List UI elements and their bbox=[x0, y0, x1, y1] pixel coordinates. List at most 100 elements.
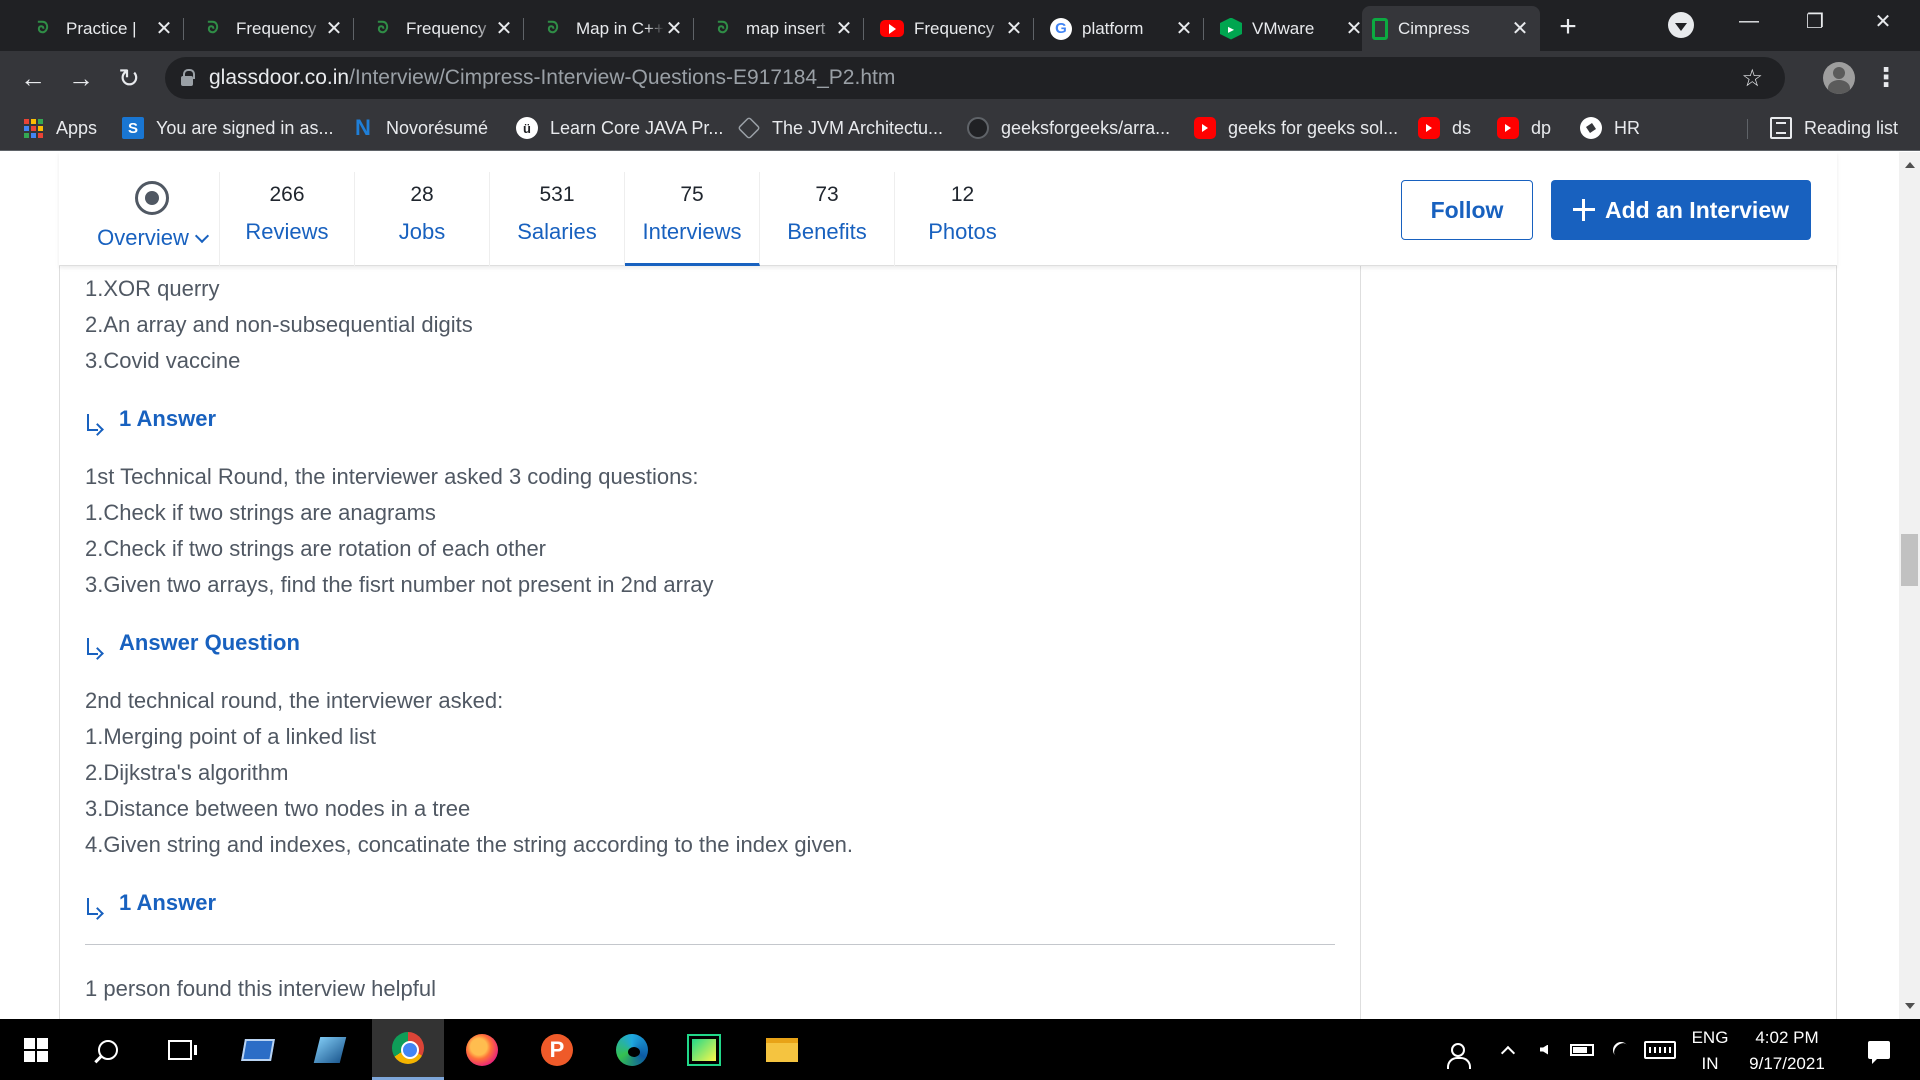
restore-button[interactable]: ❐ bbox=[1782, 0, 1848, 42]
nav-benefits[interactable]: 73 Benefits bbox=[760, 172, 895, 266]
new-tab-button[interactable]: + bbox=[1550, 9, 1586, 45]
nav-interviews[interactable]: 75 Interviews bbox=[625, 172, 760, 266]
url-host: glassdoor.co.in bbox=[209, 66, 350, 89]
tab-close-icon[interactable]: ✕ bbox=[1344, 18, 1364, 40]
bookmark-item[interactable]: dp bbox=[1497, 113, 1551, 143]
taskbar-app-file-explorer[interactable] bbox=[746, 1019, 818, 1080]
answers-link[interactable]: 1 Answer bbox=[85, 404, 216, 434]
taskbar-app-firefox[interactable] bbox=[446, 1019, 518, 1080]
taskbar-app-chrome[interactable] bbox=[372, 1019, 444, 1080]
bookmark-item[interactable]: ds bbox=[1418, 113, 1471, 143]
reply-arrow-icon bbox=[85, 414, 101, 434]
minimize-button[interactable]: — bbox=[1716, 0, 1782, 42]
section-divider bbox=[85, 944, 1335, 945]
firefox-icon bbox=[466, 1033, 498, 1066]
input-language-button[interactable]: ENG IN bbox=[1688, 1028, 1732, 1074]
lock-icon[interactable] bbox=[181, 68, 195, 86]
keyboard-icon bbox=[1644, 1040, 1676, 1059]
scrollbar-thumb[interactable] bbox=[1901, 534, 1918, 586]
clock-date: 9/17/2021 bbox=[1749, 1054, 1825, 1073]
tab-close-icon[interactable]: ✕ bbox=[1510, 18, 1530, 40]
tab-close-icon[interactable]: ✕ bbox=[1004, 18, 1024, 40]
browser-tab[interactable]: ᘐ Frequency ✕ bbox=[190, 6, 354, 51]
browser-tab[interactable]: ᘐ Practice | ✕ bbox=[20, 6, 184, 51]
tab-close-icon[interactable]: ✕ bbox=[324, 18, 344, 40]
browser-tab[interactable]: ᘐ Map in C++ ✕ bbox=[530, 6, 694, 51]
profile-avatar[interactable] bbox=[1823, 62, 1855, 94]
clock-button[interactable]: 4:02 PM 9/17/2021 bbox=[1740, 1028, 1834, 1074]
browser-tab[interactable]: ᘐ Frequency ✕ bbox=[360, 6, 524, 51]
nav-salaries[interactable]: 531 Salaries bbox=[490, 172, 625, 266]
network-button[interactable] bbox=[1606, 1019, 1636, 1080]
tab-close-icon[interactable]: ✕ bbox=[664, 18, 684, 40]
reload-button[interactable]: ↻ bbox=[111, 60, 147, 96]
bookmark-item[interactable]: geeks for geeks sol... bbox=[1194, 113, 1398, 143]
touch-keyboard-button[interactable] bbox=[1640, 1019, 1680, 1080]
follow-button[interactable]: Follow bbox=[1401, 180, 1533, 240]
google-icon: G bbox=[1050, 17, 1072, 40]
answers-link[interactable]: 1 Answer bbox=[85, 888, 216, 918]
browser-tab[interactable]: ᘐ map insert ✕ bbox=[700, 6, 864, 51]
tab-close-icon[interactable]: ✕ bbox=[494, 18, 514, 40]
browser-tab[interactable]: Frequency ✕ bbox=[870, 6, 1034, 51]
taskbar-app-edge[interactable] bbox=[596, 1019, 668, 1080]
browser-tab[interactable]: ▸ VMware ✕ bbox=[1210, 6, 1374, 51]
task-view-button[interactable] bbox=[144, 1019, 216, 1080]
tab-close-icon[interactable]: ✕ bbox=[1174, 18, 1194, 40]
interview-question: 2.Check if two strings are rotation of e… bbox=[85, 536, 547, 561]
scroll-down-arrow-icon[interactable] bbox=[1905, 1003, 1915, 1009]
p-app-icon: P bbox=[541, 1033, 573, 1066]
close-window-button[interactable]: ✕ bbox=[1850, 0, 1916, 42]
volume-button[interactable] bbox=[1530, 1019, 1558, 1080]
bookmark-item[interactable]: geeksforgeeks/arra... bbox=[967, 113, 1170, 143]
browser-tab[interactable]: G platform ✕ bbox=[1040, 6, 1204, 51]
scroll-up-arrow-icon[interactable] bbox=[1905, 162, 1915, 168]
nav-overview[interactable]: Overview bbox=[85, 172, 220, 266]
tab-separator bbox=[353, 18, 354, 40]
tab-close-icon[interactable]: ✕ bbox=[154, 18, 174, 40]
bookmark-item[interactable]: Apps bbox=[22, 113, 97, 143]
apps-grid-icon bbox=[22, 117, 44, 139]
taskbar-app-notes[interactable] bbox=[294, 1019, 366, 1080]
add-interview-button[interactable]: Add an Interview bbox=[1551, 180, 1811, 240]
bookmark-star-icon[interactable]: ☆ bbox=[1741, 64, 1763, 93]
address-bar[interactable]: glassdoor.co.in/Interview/Cimpress-Inter… bbox=[165, 57, 1785, 99]
bookmark-item[interactable]: ü Learn Core JAVA Pr... bbox=[516, 113, 723, 143]
novoresume-icon: N bbox=[355, 115, 371, 140]
bookmark-item[interactable]: The JVM Architectu... bbox=[737, 113, 943, 143]
tab-separator bbox=[1033, 18, 1034, 40]
answer-question-link[interactable]: Answer Question bbox=[85, 628, 300, 658]
browser-menu-button[interactable]: ⋮ bbox=[1873, 62, 1899, 92]
taskbar-app-this-pc[interactable] bbox=[222, 1019, 294, 1080]
tab-title: Cimpress bbox=[1398, 18, 1470, 38]
reading-list-button[interactable]: Reading list bbox=[1770, 113, 1898, 143]
tab-close-icon[interactable]: ✕ bbox=[834, 18, 854, 40]
people-button[interactable] bbox=[1440, 1019, 1476, 1080]
taskbar-app-p[interactable]: P bbox=[521, 1019, 593, 1080]
start-button[interactable] bbox=[0, 1019, 72, 1080]
back-button[interactable]: ← bbox=[15, 60, 51, 96]
search-icon bbox=[98, 1039, 118, 1060]
forward-button[interactable]: → bbox=[63, 60, 99, 96]
udemy-icon: ü bbox=[516, 117, 538, 139]
nav-photos[interactable]: 12 Photos bbox=[895, 172, 1030, 266]
bookmark-item[interactable]: S You are signed in as... bbox=[122, 113, 333, 143]
bookmark-label: HR bbox=[1614, 117, 1640, 138]
bookmark-item[interactable]: N Novorésumé bbox=[352, 113, 488, 143]
battery-button[interactable] bbox=[1566, 1019, 1598, 1080]
nav-jobs[interactable]: 28 Jobs bbox=[355, 172, 490, 266]
browser-tab-active[interactable]: Cimpress ✕ bbox=[1362, 6, 1540, 51]
action-center-button[interactable] bbox=[1854, 1019, 1904, 1080]
interview-question: 1.Check if two strings are anagrams bbox=[85, 500, 436, 525]
interview-question: 3.Given two arrays, find the fisrt numbe… bbox=[85, 572, 714, 597]
nav-reviews[interactable]: 266 Reviews bbox=[220, 172, 355, 266]
show-hidden-icons-button[interactable] bbox=[1496, 1019, 1520, 1080]
chrome-icon bbox=[392, 1032, 424, 1064]
tab-search-button[interactable] bbox=[1668, 12, 1694, 38]
taskbar-search-button[interactable] bbox=[72, 1019, 144, 1080]
taskbar-app-pycharm[interactable] bbox=[668, 1019, 740, 1080]
page-scrollbar[interactable] bbox=[1899, 152, 1920, 1019]
chevron-up-icon bbox=[1500, 1045, 1516, 1060]
bookmark-item[interactable]: HR bbox=[1580, 113, 1640, 143]
tab-separator bbox=[863, 18, 864, 40]
